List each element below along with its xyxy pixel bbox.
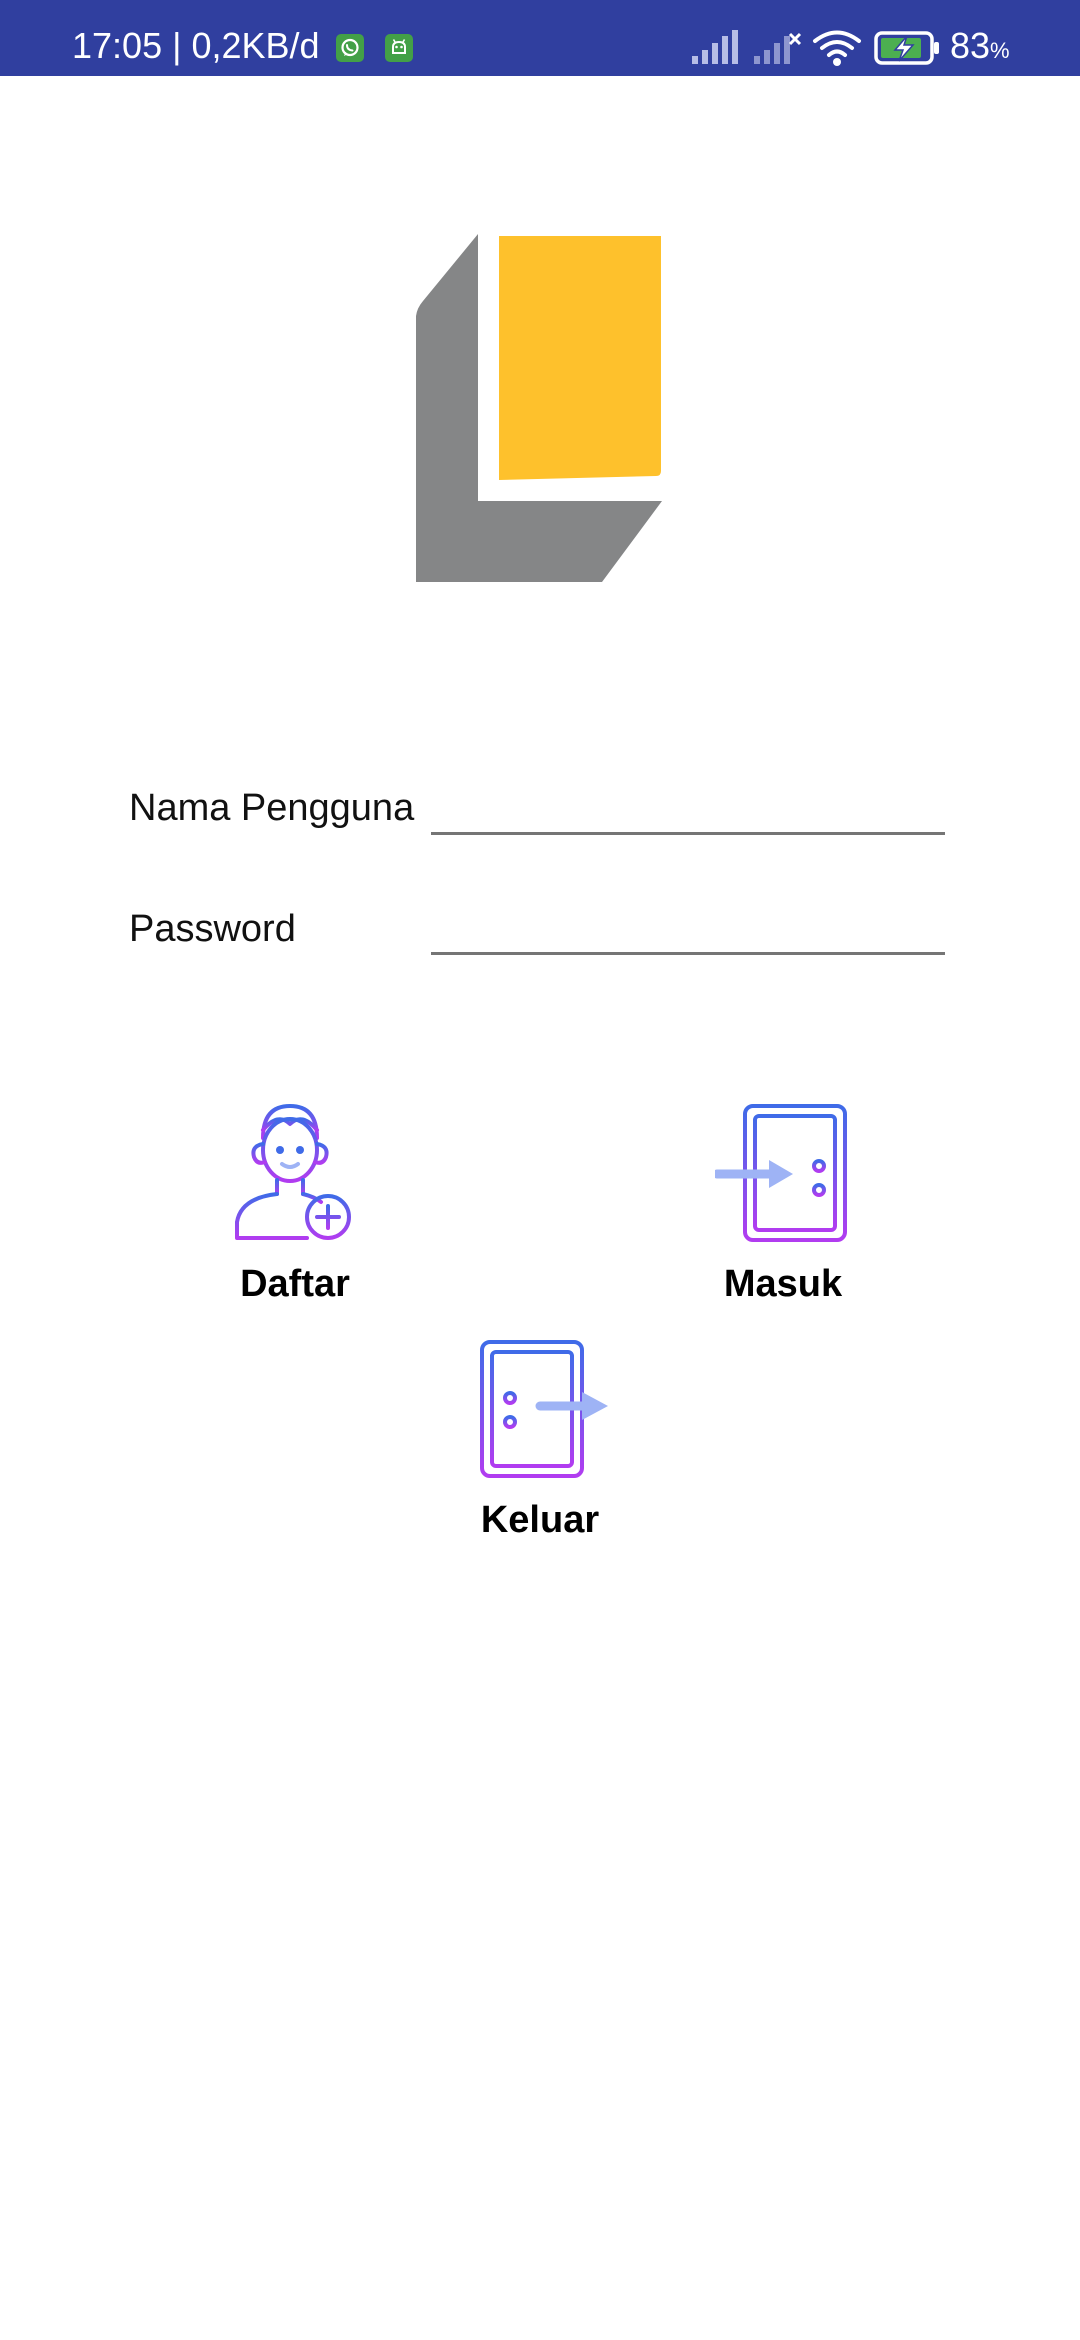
battery-percent: 83 [950, 25, 991, 66]
wifi-icon [813, 30, 861, 66]
username-label: Nama Pengguna [129, 787, 415, 829]
status-bar: 17:05 | 0,2KB/d 83% [0, 0, 1080, 76]
status-time: 17:05 | 0,2KB/d [72, 25, 320, 66]
login-button[interactable]: Masuk [705, 1102, 861, 1306]
register-label: Daftar [240, 1263, 350, 1305]
logout-label: Keluar [480, 1499, 600, 1541]
login-label: Masuk [723, 1263, 843, 1305]
username-input[interactable] [431, 781, 945, 835]
password-input[interactable] [431, 901, 945, 955]
battery-level: 83% [950, 26, 1010, 71]
app-logo [416, 234, 662, 582]
android-icon [385, 34, 413, 62]
logout-button[interactable]: Keluar [460, 1338, 620, 1542]
add-user-icon [235, 1104, 351, 1240]
battery-charging-icon [874, 31, 939, 65]
door-enter-icon [715, 1104, 847, 1242]
signal-off-icon [754, 32, 802, 64]
signal-icon [692, 30, 738, 64]
door-exit-icon [480, 1340, 608, 1478]
battery-unit: % [990, 38, 1010, 63]
register-button[interactable]: Daftar [215, 1102, 375, 1306]
whatsapp-icon [336, 34, 364, 62]
password-label: Password [129, 908, 296, 950]
